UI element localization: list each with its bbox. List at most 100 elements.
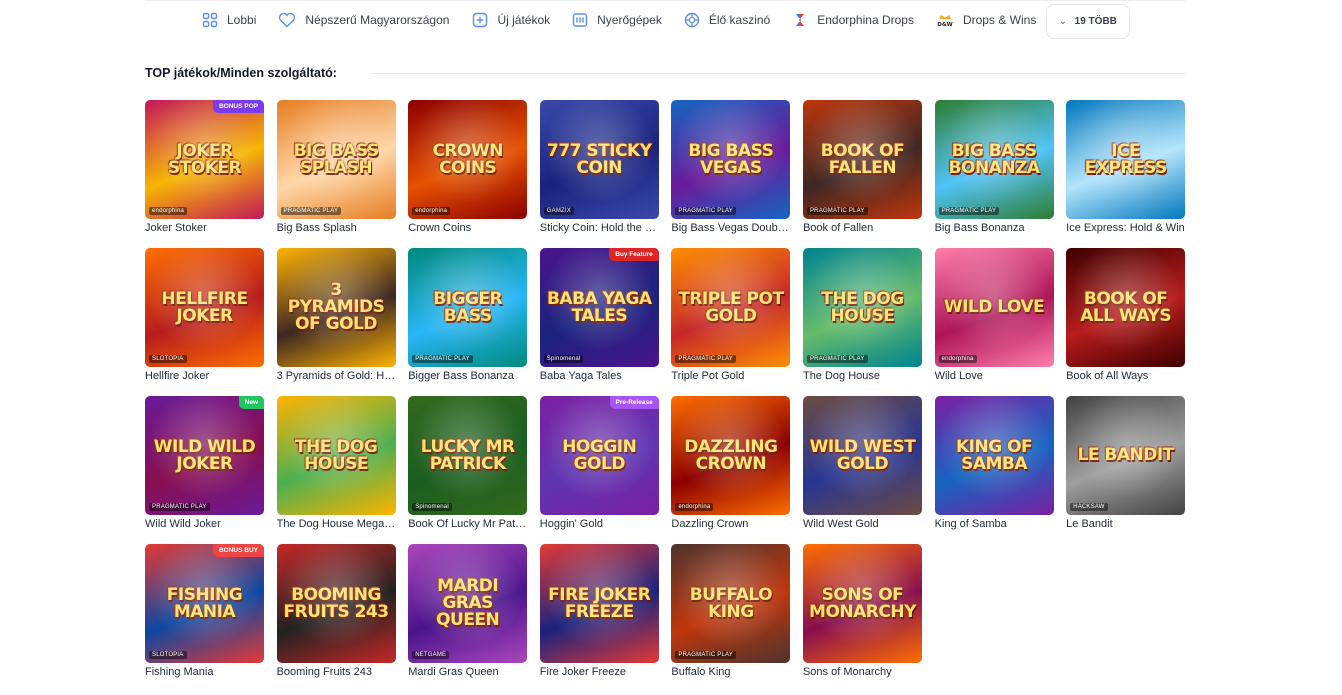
game-card[interactable]: WILD LOVEendorphina Wild Love [934, 248, 1054, 396]
game-card[interactable]: WILD WEST GOLD Wild West Gold [802, 396, 922, 544]
nav-item-drops-wins[interactable]: D&W Drops & Wins [936, 0, 1036, 40]
game-card[interactable]: LE BANDITHACKSAW Le Bandit [1066, 396, 1186, 544]
game-card[interactable]: BUFFALO KINGPRAGMATIC PLAY Buffalo King [671, 544, 791, 692]
game-card[interactable]: BIG BASS VEGASPRAGMATIC PLAY Big Bass Veg… [671, 100, 791, 248]
game-title[interactable]: Hellfire Joker [145, 370, 264, 382]
game-card[interactable]: ICE EXPRESS Ice Express: Hold & Win [1066, 100, 1186, 248]
game-title[interactable]: Triple Pot Gold [671, 370, 790, 382]
game-title[interactable]: Big Bass Splash [277, 222, 396, 234]
game-card[interactable]: LUCKY MR PATRICKSpinomenal Book Of Lucky … [408, 396, 528, 544]
game-thumbnail[interactable]: WILD WILD JOKERPRAGMATIC PLAYNew [145, 396, 264, 515]
game-title[interactable]: Bigger Bass Bonanza [408, 370, 527, 382]
nav-item-elo-kaszino[interactable]: Élő kaszinó [684, 0, 770, 40]
game-card[interactable]: TRIPLE POT GOLDPRAGMATIC PLAY Triple Pot … [671, 248, 791, 396]
nav-item-nepszeru[interactable]: Népszerű Magyarországon [278, 0, 449, 40]
game-thumbnail[interactable]: BIG BASS BONANZAPRAGMATIC PLAY [934, 100, 1054, 219]
game-thumbnail[interactable]: LUCKY MR PATRICKSpinomenal [408, 396, 528, 515]
game-thumbnail[interactable]: HOGGIN GOLDPre-Release [539, 396, 659, 515]
game-card[interactable]: BOOMING FRUITS 243 Booming Fruits 243 [276, 544, 396, 692]
game-title[interactable]: The Dog House [803, 370, 922, 382]
game-card[interactable]: HELLFIRE JOKERSLOTOPIA Hellfire Joker [145, 248, 264, 396]
game-thumbnail[interactable]: THE DOG HOUSE [276, 396, 396, 515]
game-card[interactable]: SONS OF MONARCHY Sons of Monarchy [802, 544, 922, 692]
game-title[interactable]: Wild Wild Joker [145, 518, 264, 530]
game-thumbnail[interactable]: BIGGER BASSPRAGMATIC PLAY [408, 248, 528, 367]
game-title[interactable]: Wild Love [935, 370, 1054, 382]
game-card[interactable]: 777 STICKY COINGAMZIX Sticky Coin: Hold t… [539, 100, 659, 248]
game-thumbnail[interactable]: JOKER STOKERendorphinaBONUS POP [145, 100, 264, 219]
game-card[interactable]: BOOK OF FALLENPRAGMATIC PLAY Book of Fall… [802, 100, 922, 248]
game-thumbnail[interactable]: FIRE JOKER FREEZE [539, 544, 659, 663]
game-title[interactable]: Big Bass Vegas Double Down Deluxe [671, 222, 790, 234]
game-thumbnail[interactable]: BOOMING FRUITS 243 [276, 544, 396, 663]
game-thumbnail[interactable]: THE DOG HOUSEPRAGMATIC PLAY [802, 248, 922, 367]
game-thumbnail[interactable]: DAZZLING CROWNendorphina [671, 396, 791, 515]
game-title[interactable]: Hoggin' Gold [540, 518, 659, 530]
game-thumbnail[interactable]: HELLFIRE JOKERSLOTOPIA [145, 248, 264, 367]
game-title[interactable]: Joker Stoker [145, 222, 264, 234]
game-card[interactable]: CROWN COINSendorphina Crown Coins [408, 100, 528, 248]
game-thumbnail[interactable]: WILD LOVEendorphina [934, 248, 1054, 367]
game-card[interactable]: DAZZLING CROWNendorphina Dazzling Crown [671, 396, 791, 544]
game-card[interactable]: JOKER STOKERendorphinaBONUS POP Joker Sto… [145, 100, 264, 248]
game-thumbnail[interactable]: MARDI GRAS QUEENNETGAME [408, 544, 528, 663]
game-thumbnail[interactable]: WILD WEST GOLD [802, 396, 922, 515]
game-card[interactable]: HOGGIN GOLDPre-Release Hoggin' Gold [539, 396, 659, 544]
more-categories-button[interactable]: ⌄ 19 TÖBB [1046, 4, 1130, 39]
game-title[interactable]: Book of All Ways [1066, 370, 1185, 382]
game-title[interactable]: Big Bass Bonanza [935, 222, 1054, 234]
game-title[interactable]: Dazzling Crown [671, 518, 790, 530]
game-title[interactable]: Fishing Mania [145, 666, 264, 678]
game-title[interactable]: Sticky Coin: Hold the Spin [540, 222, 659, 234]
game-thumbnail[interactable]: TRIPLE POT GOLDPRAGMATIC PLAY [671, 248, 791, 367]
nav-item-uj-jatekok[interactable]: Új játékok [472, 0, 550, 40]
game-title[interactable]: Buffalo King [671, 666, 790, 678]
game-card[interactable]: MARDI GRAS QUEENNETGAME Mardi Gras Queen [408, 544, 528, 692]
game-title[interactable]: Book of Fallen [803, 222, 922, 234]
game-title[interactable]: Ice Express: Hold & Win [1066, 222, 1185, 234]
nav-item-endorphina-drops[interactable]: Endorphina Drops [792, 0, 914, 40]
game-title[interactable]: King of Samba [935, 518, 1054, 530]
game-title[interactable]: The Dog House Megaways [277, 518, 396, 530]
game-thumbnail[interactable]: BABA YAGA TALESSpinomenalBuy Feature [539, 248, 659, 367]
game-title[interactable]: Mardi Gras Queen [408, 666, 527, 678]
nav-item-nyerogepek[interactable]: Nyerőgépek [572, 0, 662, 40]
game-thumbnail[interactable]: BUFFALO KINGPRAGMATIC PLAY [671, 544, 791, 663]
game-title[interactable]: Fire Joker Freeze [540, 666, 659, 678]
game-card[interactable]: FISHING MANIASLOTOPIABONUS BUY Fishing Ma… [145, 544, 264, 692]
game-card[interactable]: THE DOG HOUSE The Dog House Megaways [276, 396, 396, 544]
game-card[interactable]: 3 PYRAMIDS OF GOLD 3 Pyramids of Gold: Ho… [276, 248, 396, 396]
game-thumbnail[interactable]: LE BANDITHACKSAW [1066, 396, 1186, 515]
game-title[interactable]: Sons of Monarchy [803, 666, 922, 678]
game-thumbnail[interactable]: BOOK OF ALL WAYS [1066, 248, 1186, 367]
thumbnail-glow [145, 248, 264, 367]
game-thumbnail[interactable]: CROWN COINSendorphina [408, 100, 528, 219]
game-title[interactable]: Wild West Gold [803, 518, 922, 530]
game-thumbnail[interactable]: SONS OF MONARCHY [802, 544, 922, 663]
game-card[interactable]: FIRE JOKER FREEZE Fire Joker Freeze [539, 544, 659, 692]
game-title[interactable]: Crown Coins [408, 222, 527, 234]
thumbnail-glow [934, 396, 1054, 515]
game-title[interactable]: Baba Yaga Tales [540, 370, 659, 382]
nav-item-lobbi[interactable]: Lobbi [202, 0, 256, 40]
game-title[interactable]: Book Of Lucky Mr Patrick [408, 518, 527, 530]
game-card[interactable]: THE DOG HOUSEPRAGMATIC PLAY The Dog House [802, 248, 922, 396]
game-card[interactable]: BIG BASS SPLASHPRAGMATIC PLAY Big Bass Sp… [276, 100, 396, 248]
game-card[interactable]: BOOK OF ALL WAYS Book of All Ways [1066, 248, 1186, 396]
game-thumbnail[interactable]: BOOK OF FALLENPRAGMATIC PLAY [802, 100, 922, 219]
game-thumbnail[interactable]: ICE EXPRESS [1066, 100, 1186, 219]
game-card[interactable]: BABA YAGA TALESSpinomenalBuy Feature Baba… [539, 248, 659, 396]
game-thumbnail[interactable]: 777 STICKY COINGAMZIX [539, 100, 659, 219]
game-title[interactable]: Booming Fruits 243 [277, 666, 396, 678]
game-thumbnail[interactable]: FISHING MANIASLOTOPIABONUS BUY [145, 544, 264, 663]
game-card[interactable]: WILD WILD JOKERPRAGMATIC PLAYNew Wild Wil… [145, 396, 264, 544]
game-title[interactable]: 3 Pyramids of Gold: Hold & Coin [277, 370, 396, 382]
game-title[interactable]: Le Bandit [1066, 518, 1185, 530]
game-thumbnail[interactable]: BIG BASS SPLASHPRAGMATIC PLAY [276, 100, 396, 219]
game-thumbnail[interactable]: BIG BASS VEGASPRAGMATIC PLAY [671, 100, 791, 219]
game-thumbnail[interactable]: KING OF SAMBA [934, 396, 1054, 515]
game-card[interactable]: KING OF SAMBA King of Samba [934, 396, 1054, 544]
game-card[interactable]: BIGGER BASSPRAGMATIC PLAY Bigger Bass Bon… [408, 248, 528, 396]
game-card[interactable]: BIG BASS BONANZAPRAGMATIC PLAY Big Bass B… [934, 100, 1054, 248]
game-thumbnail[interactable]: 3 PYRAMIDS OF GOLD [276, 248, 396, 367]
